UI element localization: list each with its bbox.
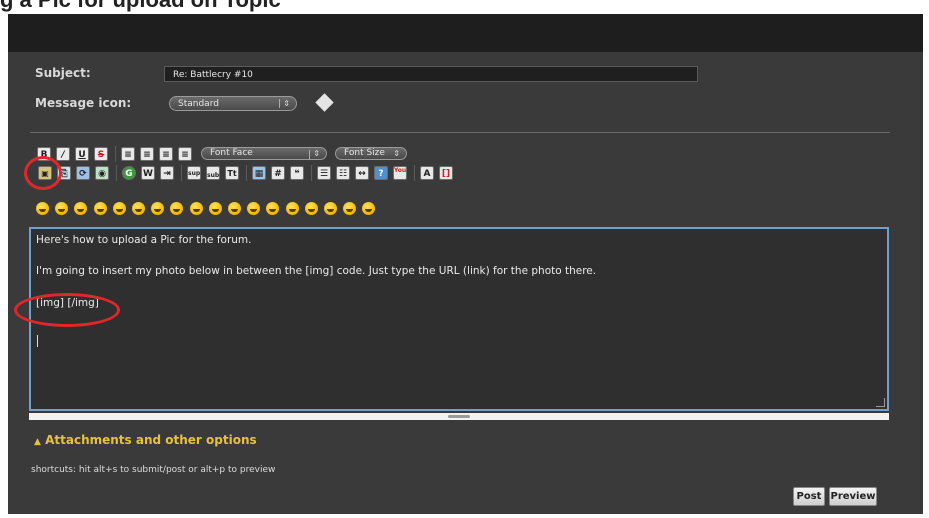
justify-button[interactable]: ≡	[178, 147, 192, 161]
help-button[interactable]: ?	[374, 166, 388, 180]
font-size-select[interactable]: Font Size ⇕	[335, 147, 407, 160]
expand-arrow-icon: ▲	[34, 437, 41, 447]
smiley-confused-icon[interactable]	[324, 202, 337, 215]
smiley-biggrin-icon[interactable]	[208, 202, 222, 215]
align-center-button[interactable]: ≡	[140, 147, 154, 161]
attachments-toggle[interactable]: ▲ Attachments and other options	[34, 433, 257, 447]
horizontal-rule-button[interactable]: ↔	[355, 166, 369, 180]
smiley-cool-icon[interactable]	[170, 202, 184, 215]
numbered-list-icon: ☷	[338, 169, 348, 179]
quote-icon: ❝	[294, 169, 300, 179]
indent-icon: ⇥	[163, 169, 171, 179]
smiley-sad-icon[interactable]	[132, 202, 145, 215]
editor-resize-bar[interactable]	[29, 413, 889, 420]
highlight-ring-image-button	[24, 156, 62, 190]
top-bar	[8, 14, 923, 52]
smiley-laugh-icon[interactable]	[93, 202, 107, 215]
text-caret	[37, 335, 38, 347]
post-button[interactable]: Post	[793, 487, 825, 506]
link-icon: ⟳	[79, 169, 87, 179]
message-editor[interactable]: Here's how to upload a Pic for the forum…	[29, 227, 889, 411]
resize-handle-icon[interactable]	[448, 415, 470, 418]
align-left-icon: ≡	[124, 150, 132, 160]
font-face-label: Font Face	[210, 148, 253, 158]
editor-line-1: Here's how to upload a Pic for the forum…	[36, 234, 252, 246]
editor-line-2: I'm going to insert my photo below in be…	[36, 265, 597, 277]
subject-label: Subject:	[35, 66, 91, 80]
align-left-button[interactable]: ≡	[121, 147, 135, 161]
google-button[interactable]: G	[122, 166, 136, 180]
font-face-select[interactable]: Font Face ⇕	[201, 147, 327, 160]
youtube-button[interactable]: You	[393, 166, 407, 180]
help-icon: ?	[378, 169, 384, 179]
message-icon-select[interactable]: Standard ⇕	[169, 96, 297, 111]
resize-grip-icon[interactable]	[876, 398, 885, 407]
media-icon: ◉	[98, 169, 106, 179]
bullet-list-icon: ☰	[319, 169, 329, 179]
italic-button[interactable]: /	[56, 147, 70, 161]
page-heading: g a Pic for upload on Topic	[0, 0, 929, 12]
indent-button[interactable]: ⇥	[160, 166, 174, 180]
divider	[30, 132, 890, 133]
remove-format-button[interactable]: []	[439, 166, 453, 180]
bullet-list-button[interactable]: ☰	[317, 166, 331, 180]
insert-media-button[interactable]: ◉	[95, 166, 109, 180]
shortcuts-hint: shortcuts: hit alt+s to submit/post or a…	[31, 465, 276, 475]
select-arrow-icon: ⇕	[283, 99, 290, 108]
numbered-list-button[interactable]: ☷	[336, 166, 350, 180]
smiley-mad-icon[interactable]	[247, 202, 261, 215]
smiley-smile-icon[interactable]	[36, 202, 49, 215]
select-arrow-icon: ⇕	[313, 149, 320, 158]
highlight-ring-img-code	[14, 293, 120, 327]
youtube-icon: You	[394, 167, 407, 174]
wikipedia-icon: W	[143, 169, 153, 179]
message-icon-preview-icon	[315, 93, 334, 112]
table-icon: ▦	[254, 169, 264, 179]
quote-button[interactable]: ❝	[290, 166, 304, 180]
message-icon-label: Message icon:	[35, 96, 132, 110]
smiley-tongue-icon[interactable]	[151, 202, 165, 215]
justify-icon: ≡	[181, 150, 189, 160]
smiley-wink-icon[interactable]	[189, 202, 203, 215]
smiley-blush-icon[interactable]	[228, 202, 241, 215]
remove-format-icon: []	[441, 169, 451, 179]
smiley-angel-icon[interactable]	[362, 202, 376, 215]
font-style-button[interactable]: A	[420, 166, 434, 180]
smiley-happy-icon[interactable]	[74, 202, 88, 215]
strike-button[interactable]: S	[94, 147, 108, 161]
code-button[interactable]: #	[271, 166, 285, 180]
insert-link-button[interactable]: ⟳	[76, 166, 90, 180]
smiley-rolleyes-icon[interactable]	[285, 202, 299, 215]
select-arrow-icon: ⇕	[393, 149, 400, 158]
smiley-eek-icon[interactable]	[266, 202, 280, 215]
reply-form-panel: Subject: Re: Battlecry #10 Message icon:…	[8, 14, 923, 514]
font-style-icon: A	[423, 169, 431, 179]
insert-table-button[interactable]: ▦	[252, 166, 266, 180]
superscript-button[interactable]: sup	[187, 166, 201, 180]
smiley-grin-icon[interactable]	[55, 202, 69, 215]
smiley-frown-icon[interactable]	[112, 202, 126, 215]
align-right-button[interactable]: ≡	[159, 147, 173, 161]
subscript-button[interactable]: sub	[206, 166, 220, 180]
attachments-label: Attachments and other options	[45, 433, 257, 447]
align-center-icon: ≡	[143, 150, 151, 160]
subject-input[interactable]: Re: Battlecry #10	[164, 66, 698, 82]
preview-button[interactable]: Preview	[829, 487, 877, 506]
message-icon-value: Standard	[178, 99, 219, 109]
horizontal-rule-icon: ↔	[358, 169, 366, 179]
font-size-label: Font Size	[344, 148, 385, 158]
align-right-icon: ≡	[162, 150, 170, 160]
wikipedia-button[interactable]: W	[141, 166, 155, 180]
smiley-nerd-icon[interactable]	[343, 202, 357, 215]
italic-icon: /	[61, 150, 65, 160]
teletype-button[interactable]: Tt	[225, 166, 239, 180]
underline-button[interactable]: U	[75, 147, 89, 161]
smiley-shocked-icon[interactable]	[304, 202, 318, 215]
